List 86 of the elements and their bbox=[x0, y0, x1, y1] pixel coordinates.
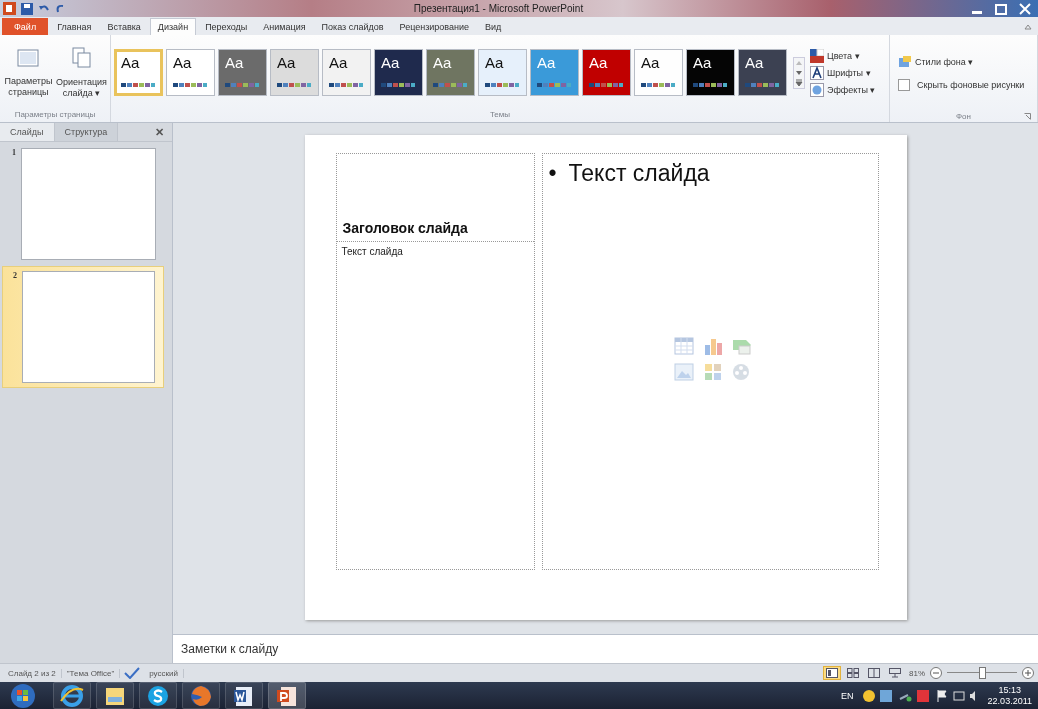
notes-field[interactable]: Заметки к слайду bbox=[173, 634, 1038, 663]
gallery-scrollbar[interactable] bbox=[793, 56, 805, 89]
slide-text: Текст слайда bbox=[341, 246, 403, 257]
group-label: Темы bbox=[488, 110, 512, 121]
effects-button[interactable]: Эффекты ▾ bbox=[810, 82, 876, 97]
dialog-launcher-icon[interactable] bbox=[1024, 112, 1031, 120]
collapse-ribbon-icon[interactable] bbox=[1024, 24, 1032, 30]
title-placeholder[interactable]: Заголовок слайда bbox=[336, 154, 534, 242]
slide-thumbnail[interactable] bbox=[21, 148, 156, 260]
group-label: Параметры страницы bbox=[13, 110, 97, 121]
reading-view-button[interactable] bbox=[865, 666, 883, 680]
zoom-out-icon[interactable] bbox=[930, 667, 942, 679]
slide-number: 2 bbox=[13, 271, 17, 282]
checkbox-label: Скрыть фоновые рисунки bbox=[917, 79, 1025, 90]
effects-icon bbox=[810, 82, 824, 97]
theme-thumbnail[interactable]: Aa bbox=[582, 49, 631, 96]
bullet-text: Текст слайда bbox=[568, 160, 710, 187]
p-document-icon[interactable] bbox=[268, 682, 306, 709]
slide-thumbnail-row[interactable]: 1 bbox=[2, 144, 164, 264]
status-item[interactable]: русский bbox=[144, 668, 184, 678]
panel-tab[interactable]: Слайды bbox=[0, 123, 55, 141]
clip-art-icon[interactable] bbox=[703, 363, 723, 381]
slide-title: Заголовок слайда bbox=[342, 220, 468, 236]
spell-check-icon[interactable] bbox=[124, 667, 141, 679]
theme-thumbnail[interactable]: Aa bbox=[634, 49, 683, 96]
powerpoint-icon[interactable] bbox=[3, 2, 16, 15]
text-placeholder[interactable]: Текст слайда bbox=[336, 242, 534, 569]
window-title: Презентация1 - Microsoft PowerPoint bbox=[412, 3, 585, 14]
browser-e-icon[interactable] bbox=[53, 682, 91, 709]
fonts-button[interactable]: Шрифты ▾ bbox=[810, 65, 876, 80]
slide-sorter-button[interactable] bbox=[844, 666, 862, 680]
bullet-mark: • bbox=[548, 160, 557, 187]
theme-thumbnail[interactable]: Aa bbox=[218, 49, 267, 96]
colors-icon bbox=[810, 48, 824, 63]
status-item: "Тема Office" bbox=[61, 668, 121, 678]
font-icon bbox=[810, 65, 824, 80]
ribbon-tab[interactable]: Вставка bbox=[100, 18, 148, 35]
ribbon-tab[interactable]: Переходы bbox=[198, 18, 255, 35]
s-logo-icon[interactable] bbox=[139, 682, 177, 709]
close-panel-button[interactable]: ✕ bbox=[147, 123, 172, 141]
save-icon[interactable] bbox=[21, 2, 33, 15]
orientation-button[interactable]: Ориентация слайда ▾ bbox=[55, 46, 107, 99]
folder-icon[interactable] bbox=[96, 682, 134, 709]
ribbon-tab[interactable]: Главная bbox=[50, 18, 99, 35]
zoom-thumb[interactable] bbox=[979, 667, 986, 679]
theme-thumbnail[interactable]: Aa bbox=[322, 49, 371, 96]
background-styles-icon bbox=[898, 54, 912, 69]
theme-thumbnail[interactable]: Aa bbox=[270, 49, 319, 96]
page-setup-button[interactable]: Параметры страницы bbox=[3, 47, 54, 98]
slide-number: 1 bbox=[12, 148, 16, 159]
w-document-icon[interactable] bbox=[225, 682, 263, 709]
slide-show-button[interactable] bbox=[886, 666, 904, 680]
content-placeholder[interactable]: • Текст слайда bbox=[541, 153, 879, 570]
ribbon-tab[interactable]: Дизайн bbox=[149, 18, 197, 35]
status-item: Слайд 2 из 2 bbox=[3, 668, 62, 678]
ribbon-tab[interactable]: Показ слайдов bbox=[314, 18, 391, 35]
page-icon bbox=[17, 47, 40, 68]
theme-thumbnail[interactable]: Aa bbox=[478, 49, 527, 96]
slide-thumbnail[interactable] bbox=[22, 271, 155, 383]
background-styles-button[interactable]: Стили фона ▾ bbox=[898, 54, 974, 69]
theme-thumbnail[interactable]: Aa bbox=[738, 49, 787, 96]
more-icon[interactable] bbox=[794, 77, 804, 88]
ribbon-tab[interactable]: Анимация bbox=[256, 18, 313, 35]
normal-view-button[interactable] bbox=[823, 666, 841, 680]
theme-thumbnail[interactable]: Aa bbox=[426, 49, 475, 96]
theme-thumbnail[interactable]: Aa bbox=[114, 49, 163, 96]
colors-button[interactable]: Цвета ▾ bbox=[810, 48, 876, 63]
zoom-in-icon[interactable] bbox=[1022, 667, 1034, 679]
ribbon-tab[interactable]: Рецензирование bbox=[392, 18, 477, 35]
checkbox[interactable] bbox=[898, 78, 910, 91]
close-icon[interactable] bbox=[1018, 2, 1032, 15]
file-tab[interactable]: Файл bbox=[2, 18, 49, 35]
theme-thumbnail[interactable]: Aa bbox=[374, 49, 423, 96]
group-label: Фон bbox=[956, 111, 971, 121]
pages-icon bbox=[70, 46, 93, 69]
theme-thumbnail[interactable]: Aa bbox=[166, 49, 215, 96]
theme-thumbnail[interactable]: Aa bbox=[686, 49, 735, 96]
zoom-level[interactable]: 81% bbox=[909, 668, 925, 678]
clock[interactable]: 15:13 22.03.2011 bbox=[987, 684, 1032, 707]
panel-tab[interactable]: Структура bbox=[54, 123, 119, 141]
restore-icon[interactable] bbox=[994, 2, 1008, 15]
start-button[interactable] bbox=[8, 682, 38, 709]
ribbon-tab[interactable]: Вид bbox=[478, 18, 509, 35]
language-indicator[interactable]: EN bbox=[841, 690, 854, 701]
slide-thumbnail-row[interactable]: 2 bbox=[2, 266, 164, 388]
fox-globe-icon[interactable] bbox=[182, 682, 220, 709]
